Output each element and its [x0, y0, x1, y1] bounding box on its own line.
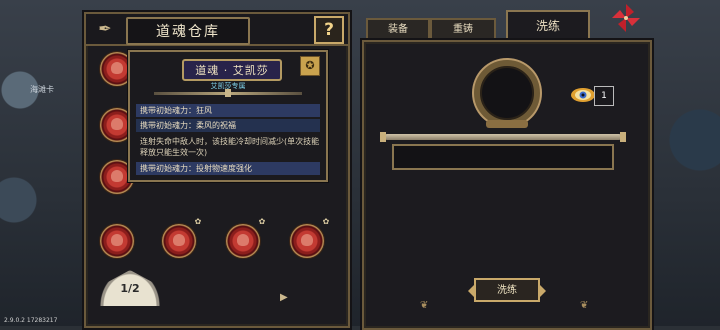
tab-refine[interactable]: 洗练	[506, 10, 590, 40]
eye-material-icon	[571, 88, 595, 102]
tooltip-row: 连射失命中敌人时，该技能冷却时间减少(单次技能释放只能生效一次)	[136, 136, 320, 160]
soul-tooltip: 道魂 · 艾凯莎 ✪ 艾凯莎专属 携带初始魂力：狂风 携带初始魂力：柔风的祝福 …	[128, 50, 328, 182]
page-indicator: 1/2	[120, 282, 140, 295]
slot-base	[486, 120, 528, 128]
soul-item[interactable]	[100, 224, 134, 258]
help-button[interactable]: ?	[314, 16, 344, 44]
panel-header: ✒ 道魂仓库 ?	[86, 14, 348, 46]
next-page-arrow[interactable]: ▶	[280, 292, 288, 303]
star-icon: ✿	[322, 217, 330, 226]
star-icon: ✿	[194, 217, 202, 226]
scroll-rod	[380, 132, 626, 142]
soul-badge-icon: ✪	[300, 56, 320, 76]
soul-name: 道魂 · 艾凯莎	[182, 59, 282, 81]
tooltip-row: 携带初始魂力：狂风	[136, 104, 320, 117]
quill-pen-icon: ✒	[98, 19, 112, 38]
soul-item[interactable]	[226, 224, 260, 258]
tooltip-row: 携带初始魂力：柔风的祝福	[136, 119, 320, 132]
version-label: 2.9.0.2 17283217	[4, 317, 58, 324]
soul-slot[interactable]	[474, 60, 540, 126]
divider	[154, 89, 302, 97]
star-icon: ✿	[258, 217, 266, 226]
soul-item[interactable]	[162, 224, 196, 258]
ornament-icon: ❦	[580, 300, 589, 311]
ornament-icon: ❦	[420, 300, 429, 311]
tooltip-row: 携带初始魂力：投射物速度强化	[136, 162, 320, 175]
soul-item[interactable]	[290, 224, 324, 258]
panel-title: 道魂仓库	[126, 17, 250, 45]
refine-button[interactable]: 洗练	[468, 278, 546, 302]
material-count: 1	[594, 86, 614, 106]
tab-equip[interactable]: 装备	[366, 18, 430, 40]
tab-recast[interactable]: 重铸	[430, 18, 496, 40]
pinwheel-icon[interactable]	[612, 4, 640, 32]
refine-result-box	[392, 144, 614, 170]
background-text: 海滩卡	[30, 85, 54, 94]
